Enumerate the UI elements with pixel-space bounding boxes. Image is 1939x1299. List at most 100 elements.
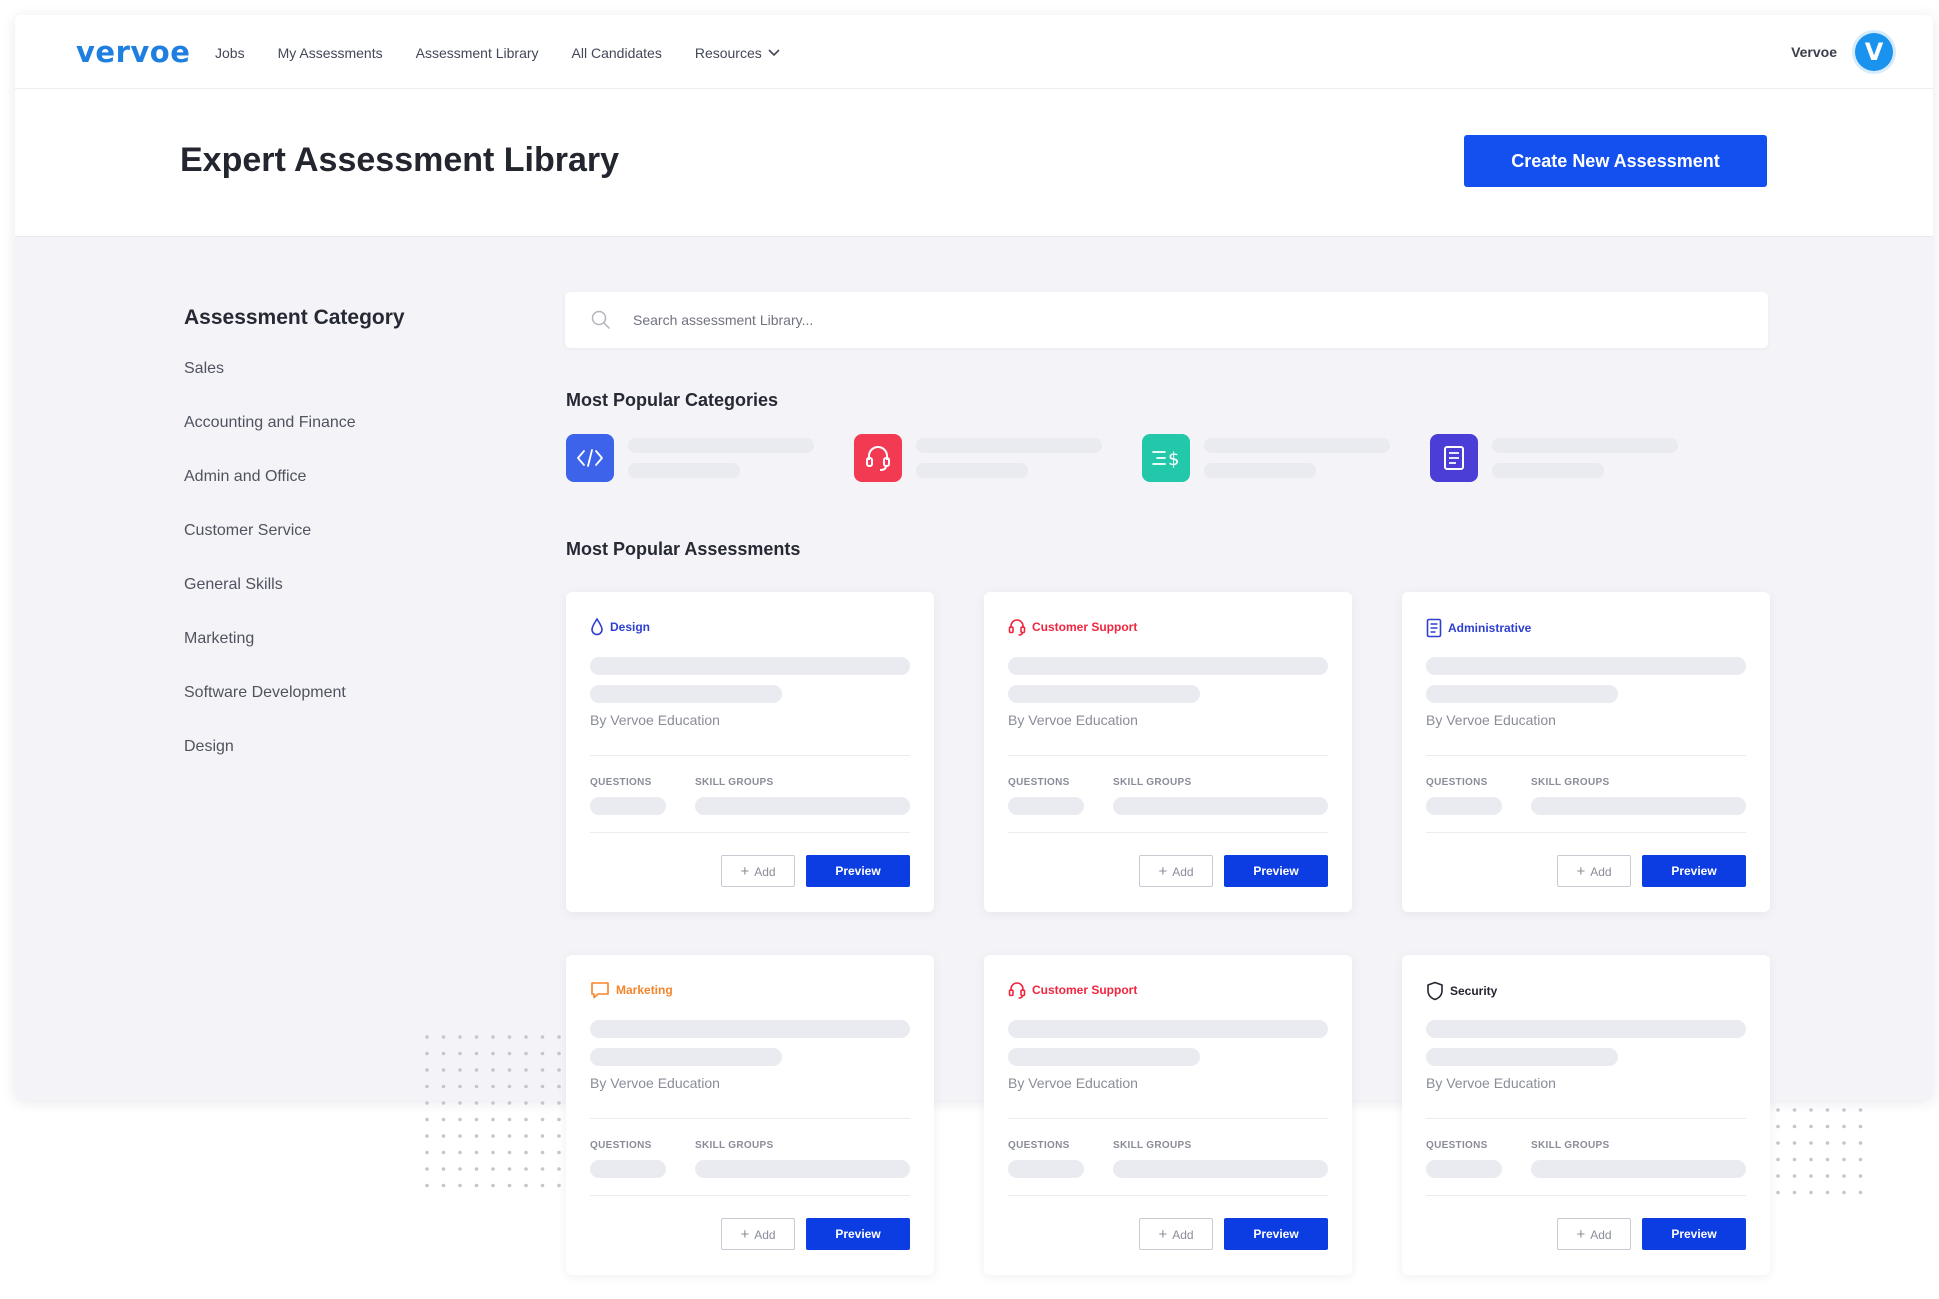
sidebar-item-general-skills[interactable]: General Skills	[184, 576, 405, 630]
add-button[interactable]: + Add	[1557, 855, 1631, 887]
skill-groups-placeholder	[695, 797, 910, 815]
title-placeholder	[1008, 1048, 1200, 1066]
preview-button[interactable]: Preview	[806, 855, 910, 887]
skill-groups-label: SKILL GROUPS	[1531, 1140, 1610, 1151]
sidebar-item-sales[interactable]: Sales	[184, 360, 405, 414]
add-button-label: Add	[1590, 1227, 1612, 1242]
skill-groups-placeholder	[1531, 1160, 1746, 1178]
card-category-label: Security	[1450, 984, 1498, 998]
preview-button[interactable]: Preview	[1224, 1218, 1328, 1250]
nav-link-my-assessments[interactable]: My Assessments	[278, 45, 383, 61]
category-tile[interactable]	[566, 434, 814, 482]
add-button[interactable]: + Add	[1557, 1218, 1631, 1250]
assessment-card[interactable]: Customer Support By Vervoe Education QUE…	[984, 592, 1352, 912]
search-input[interactable]	[633, 312, 1733, 328]
card-category-label: Administrative	[1448, 621, 1532, 635]
add-button[interactable]: + Add	[721, 1218, 795, 1250]
skill-groups-placeholder	[1531, 797, 1746, 815]
nav-link-resources[interactable]: Resources	[695, 45, 780, 61]
shield-icon	[1427, 981, 1443, 1001]
headset-icon	[854, 434, 902, 482]
add-button-label: Add	[754, 864, 776, 879]
plus-icon: +	[740, 862, 750, 880]
preview-button[interactable]: Preview	[806, 1218, 910, 1250]
title-placeholder	[590, 685, 782, 703]
card-category-tag: Marketing	[590, 981, 673, 999]
add-button[interactable]: + Add	[1139, 1218, 1213, 1250]
divider	[1008, 832, 1328, 833]
nav-link-assessment-library[interactable]: Assessment Library	[416, 45, 539, 61]
divider	[1008, 1195, 1328, 1196]
document-icon	[1430, 434, 1478, 482]
preview-button[interactable]: Preview	[1224, 855, 1328, 887]
assessment-card[interactable]: Security By Vervoe Education QUESTIONS S…	[1402, 955, 1770, 1275]
headset-icon	[1008, 619, 1026, 636]
divider	[1426, 832, 1746, 833]
nav-link-jobs[interactable]: Jobs	[215, 45, 245, 61]
title-placeholder	[1008, 685, 1200, 703]
card-category-label: Design	[610, 620, 651, 634]
card-category-label: Customer Support	[1032, 983, 1138, 997]
divider	[590, 1118, 910, 1119]
divider	[1426, 1195, 1746, 1196]
page-header: Expert Assessment Library Create New Ass…	[15, 89, 1933, 237]
questions-label: QUESTIONS	[1426, 1140, 1488, 1151]
category-placeholder	[1492, 438, 1678, 478]
assessment-card[interactable]: Marketing By Vervoe Education QUESTIONS …	[566, 955, 934, 1275]
add-button-label: Add	[1172, 1227, 1194, 1242]
category-placeholder	[628, 438, 814, 478]
category-tile[interactable]	[1430, 434, 1678, 482]
sidebar-item-marketing[interactable]: Marketing	[184, 630, 405, 684]
title-placeholder	[590, 1020, 910, 1038]
title-placeholder	[1008, 1020, 1328, 1038]
plus-icon: +	[1576, 1225, 1586, 1243]
questions-label: QUESTIONS	[1008, 1140, 1070, 1151]
skill-groups-label: SKILL GROUPS	[1113, 1140, 1192, 1151]
card-category-tag: Customer Support	[1008, 618, 1137, 636]
sidebar-item-design[interactable]: Design	[184, 738, 405, 792]
vervoe-logo[interactable]: vervoe	[76, 35, 190, 69]
add-button[interactable]: + Add	[1139, 855, 1213, 887]
preview-button[interactable]: Preview	[1642, 1218, 1746, 1250]
nav-link-all-candidates[interactable]: All Candidates	[572, 45, 662, 61]
drop-icon	[591, 618, 603, 636]
create-new-assessment-button[interactable]: Create New Assessment	[1464, 135, 1767, 187]
avatar[interactable]: V	[1855, 33, 1893, 71]
questions-placeholder	[1008, 1160, 1084, 1178]
preview-button[interactable]: Preview	[1642, 855, 1746, 887]
assessment-card[interactable]: Administrative By Vervoe Education QUEST…	[1402, 592, 1770, 912]
add-button[interactable]: + Add	[721, 855, 795, 887]
sidebar-item-customer-service[interactable]: Customer Service	[184, 522, 405, 576]
sidebar-item-accounting-finance[interactable]: Accounting and Finance	[184, 414, 405, 468]
skill-groups-label: SKILL GROUPS	[695, 777, 774, 788]
add-button-label: Add	[1590, 864, 1612, 879]
card-author: By Vervoe Education	[1426, 1075, 1556, 1091]
skill-groups-placeholder	[695, 1160, 910, 1178]
category-tile[interactable]	[854, 434, 1102, 482]
sidebar-item-admin-office[interactable]: Admin and Office	[184, 468, 405, 522]
add-button-label: Add	[754, 1227, 776, 1242]
divider	[1008, 755, 1328, 756]
questions-placeholder	[1008, 797, 1084, 815]
sidebar-item-software-development[interactable]: Software Development	[184, 684, 405, 738]
assessment-card[interactable]: Design By Vervoe Education QUESTIONS SKI…	[566, 592, 934, 912]
title-placeholder	[1008, 657, 1328, 675]
popular-categories-title: Most Popular Categories	[566, 390, 779, 410]
skill-groups-placeholder	[1113, 797, 1328, 815]
assessment-card[interactable]: Customer Support By Vervoe Education QUE…	[984, 955, 1352, 1275]
questions-label: QUESTIONS	[1426, 777, 1488, 788]
user-name: Vervoe	[1791, 44, 1837, 60]
svg-text:$: $	[1168, 449, 1179, 470]
divider	[590, 1195, 910, 1196]
plus-icon: +	[1158, 862, 1168, 880]
divider	[1426, 755, 1746, 756]
card-author: By Vervoe Education	[1426, 712, 1556, 728]
title-placeholder	[590, 1048, 782, 1066]
category-tile[interactable]: $	[1142, 434, 1390, 482]
user-menu[interactable]: Vervoe V	[1791, 33, 1893, 71]
card-category-tag: Administrative	[1426, 618, 1531, 638]
list-dollar-icon: $	[1142, 434, 1190, 482]
title-placeholder	[1426, 1020, 1746, 1038]
questions-placeholder	[1426, 797, 1502, 815]
category-placeholder	[916, 438, 1102, 478]
